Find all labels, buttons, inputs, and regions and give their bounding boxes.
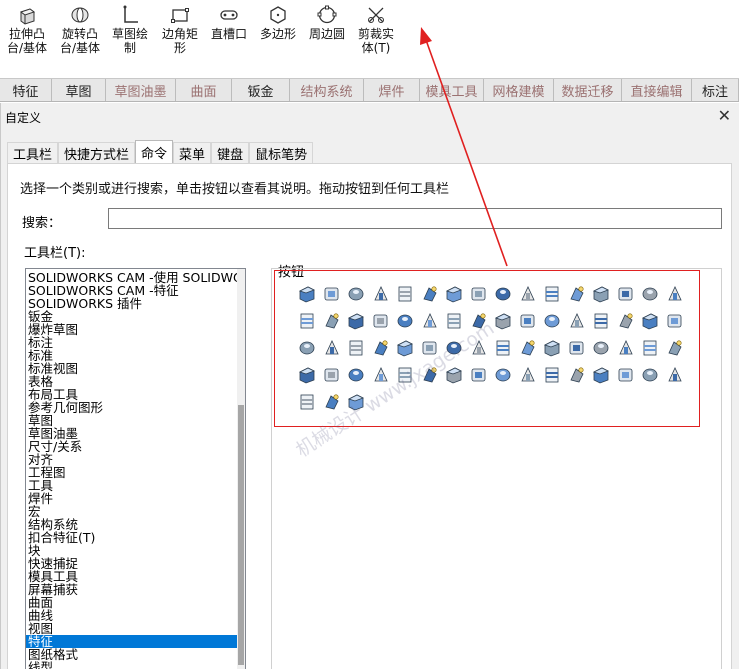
list-item[interactable]: 模具工具 [26, 570, 239, 583]
list-item[interactable]: 线型 [26, 661, 239, 669]
extrude-boss-label: 拉伸凸 台/基体 [6, 27, 48, 55]
revolve-boss-label: 旋转凸 台/基体 [59, 27, 101, 55]
list-item[interactable]: 屏幕捕获 [26, 583, 239, 596]
close-button[interactable]: ✕ [718, 106, 731, 125]
tab-2[interactable]: 草图油墨 [106, 79, 176, 101]
sketch-label: 草图绘 制 [111, 27, 148, 55]
annotation-highlight-box [274, 270, 700, 427]
tab-11[interactable]: 标注 [692, 79, 739, 101]
list-item[interactable]: 曲面 [26, 596, 239, 609]
list-item[interactable]: 标准视图 [26, 362, 239, 375]
list-item[interactable]: 参考几何图形 [26, 401, 239, 414]
list-item[interactable]: 表格 [26, 375, 239, 388]
sketch-button[interactable]: 草图绘 制 [110, 4, 150, 55]
command-manager-ribbon: 拉伸凸 台/基体 旋转凸 台/基体 草图绘 制 边角矩 形 直槽口 多边形 周边… [0, 0, 739, 78]
category-list-scrollbar[interactable] [237, 269, 245, 669]
straight-slot-label: 直槽口 [210, 27, 247, 41]
list-item[interactable]: 焊件 [26, 492, 239, 505]
toolbars-label: 工具栏(T): [24, 246, 86, 261]
list-item[interactable]: 特征 [26, 635, 239, 648]
list-item[interactable]: SOLIDWORKS CAM -特征 [26, 284, 239, 297]
dialog-tabs: 工具栏 快捷方式栏 命令 菜单 键盘 鼠标笔势 [7, 140, 314, 163]
tab-6[interactable]: 焊件 [364, 79, 420, 101]
list-item[interactable]: 曲线 [26, 609, 239, 622]
tab-9[interactable]: 数据迁移 [554, 79, 622, 101]
search-input[interactable] [108, 208, 722, 229]
straight-slot-button[interactable]: 直槽口 [207, 4, 251, 41]
list-item[interactable]: SOLIDWORKS CAM -使用 SOLIDWORKS 社 [26, 271, 239, 284]
tab-8[interactable]: 网格建模 [484, 79, 554, 101]
list-item[interactable]: 尺寸/关系 [26, 440, 239, 453]
sketch-icon [123, 5, 138, 23]
tab-commands[interactable]: 命令 [135, 140, 174, 163]
tab-5[interactable]: 结构系统 [290, 79, 364, 101]
corner-rectangle-button[interactable]: 边角矩 形 [158, 4, 202, 55]
list-item[interactable]: 标准 [26, 349, 239, 362]
polygon-icon [270, 6, 286, 24]
tab-1[interactable]: 草图 [52, 79, 106, 101]
tab-3[interactable]: 曲面 [176, 79, 232, 101]
list-item[interactable]: 视图 [26, 622, 239, 635]
list-item[interactable]: 布局工具 [26, 388, 239, 401]
list-item[interactable]: 工具 [26, 479, 239, 492]
corner-rectangle-label: 边角矩 形 [161, 27, 198, 55]
list-item[interactable]: 标注 [26, 336, 239, 349]
revolve-boss-button[interactable]: 旋转凸 台/基体 [57, 4, 103, 55]
extrude-boss-button[interactable]: 拉伸凸 台/基体 [4, 4, 50, 55]
tab-toolbars[interactable]: 工具栏 [7, 142, 59, 163]
tab-4[interactable]: 钣金 [232, 79, 290, 101]
tab-10[interactable]: 直接编辑 [622, 79, 692, 101]
dialog-title: 自定义 [5, 111, 42, 125]
tab-7[interactable]: 模具工具 [420, 79, 484, 101]
tab-menus[interactable]: 菜单 [173, 142, 212, 163]
trim-entities-icon [368, 7, 384, 23]
trim-entities-button[interactable]: 剪裁实 体(T) [354, 4, 398, 55]
tab-keyboard[interactable]: 键盘 [211, 142, 250, 163]
list-item[interactable]: SOLIDWORKS 插件 [26, 297, 239, 310]
list-item[interactable]: 草图油墨 [26, 427, 239, 440]
tab-0[interactable]: 特征 [0, 79, 52, 101]
extrude-boss-icon [19, 8, 36, 25]
list-item[interactable]: 爆炸草图 [26, 323, 239, 336]
perimeter-circle-icon [317, 5, 337, 24]
trim-entities-label: 剪裁实 体(T) [357, 27, 394, 55]
list-item[interactable]: 钣金 [26, 310, 239, 323]
straight-slot-icon [220, 10, 238, 20]
list-item[interactable]: 工程图 [26, 466, 239, 479]
hint-text: 选择一个类别或进行搜索，单击按钮以查看其说明。拖动按钮到任何工具栏 [20, 182, 450, 197]
tab-shortcut-bar[interactable]: 快捷方式栏 [58, 142, 136, 163]
list-item[interactable]: 结构系统 [26, 518, 239, 531]
list-item[interactable]: 宏 [26, 505, 239, 518]
tab-mouse-gestures[interactable]: 鼠标笔势 [249, 142, 314, 163]
scrollbar-thumb[interactable] [238, 405, 244, 665]
revolve-boss-icon [71, 7, 89, 23]
category-list[interactable]: SOLIDWORKS CAM -使用 SOLIDWORKS 社SOLIDWORK… [25, 268, 246, 669]
corner-rectangle-icon [171, 8, 189, 23]
search-label: 搜索： [22, 216, 62, 231]
perimeter-circle-button[interactable]: 周边圆 [305, 4, 349, 41]
list-item[interactable]: 草图 [26, 414, 239, 427]
polygon-button[interactable]: 多边形 [256, 4, 300, 41]
command-manager-tabs: 特征 草图 草图油墨 曲面 钣金 结构系统 焊件 模具工具 网格建模 数据迁移 直接编辑 标注 [0, 78, 739, 102]
list-item[interactable]: 快速捕捉 [26, 557, 239, 570]
list-item[interactable]: 块 [26, 544, 239, 557]
polygon-label: 多边形 [259, 27, 296, 41]
category-list-items: SOLIDWORKS CAM -使用 SOLIDWORKS 社SOLIDWORK… [26, 271, 239, 669]
list-item[interactable]: 对齐 [26, 453, 239, 466]
list-item[interactable]: 扣合特征(T) [26, 531, 239, 544]
list-item[interactable]: 图纸格式 [26, 648, 239, 661]
perimeter-circle-label: 周边圆 [308, 27, 345, 41]
